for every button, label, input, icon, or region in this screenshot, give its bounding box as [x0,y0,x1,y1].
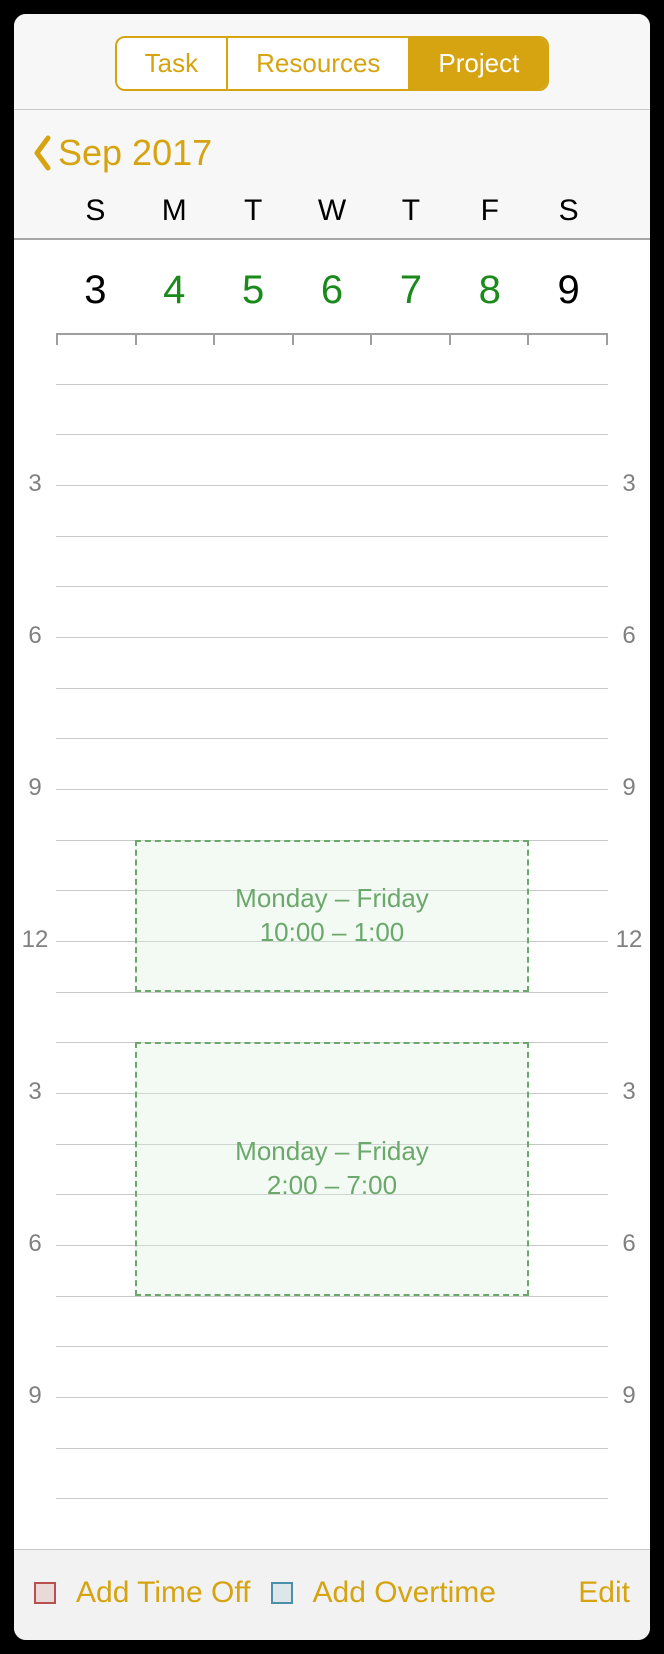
hour-label-left: 3 [14,470,56,498]
hour-line [14,333,650,334]
tab-project[interactable]: Project [410,38,547,89]
chevron-left-icon [32,135,52,171]
add-time-off-button[interactable]: Add Time Off [76,1576,251,1610]
date-cell[interactable]: 9 [529,268,608,313]
back-to-month-button[interactable]: Sep 2017 [32,132,212,174]
schedule-block-time: 2:00 – 7:00 [267,1169,397,1203]
weekday-mon: M [135,194,214,228]
hour-label-right: 12 [608,926,650,954]
hour-label-right: 9 [608,1382,650,1410]
tab-resources[interactable]: Resources [228,38,410,89]
hour-line [14,992,650,993]
schedule-block-time: 10:00 – 1:00 [260,916,405,950]
date-cell[interactable]: 6 [293,268,372,313]
hour-line [14,1448,650,1449]
hour-line: 99 [14,789,650,790]
tab-task[interactable]: Task [117,38,228,89]
date-cell[interactable]: 8 [450,268,529,313]
schedule-block[interactable]: Monday – Friday10:00 – 1:00 [135,840,529,992]
hour-label-right: 9 [608,774,650,802]
hour-line [14,1296,650,1297]
date-cell[interactable]: 5 [214,268,293,313]
hour-line [14,1346,650,1347]
app-window: Task Resources Project Sep 2017 S M T W … [14,14,650,1640]
hour-line: 33 [14,485,650,486]
edit-button[interactable]: Edit [578,1576,630,1610]
hour-line [14,738,650,739]
overtime-swatch-icon [271,1582,293,1604]
weekday-thu: T [371,194,450,228]
month-label: Sep 2017 [58,132,212,174]
hour-label-left: 6 [14,1230,56,1258]
weekday-sat: S [529,194,608,228]
hour-line [14,586,650,587]
hour-line [14,1498,650,1499]
hour-line: 99 [14,1397,650,1398]
hour-label-left: 9 [14,1382,56,1410]
date-row-area: 3 4 5 6 7 8 9 [14,240,650,333]
week-grid[interactable]: 3366991212336699Monday – Friday10:00 – 1… [14,333,650,1549]
hour-line: 66 [14,637,650,638]
hour-label-right: 6 [608,1230,650,1258]
top-toolbar: Task Resources Project [14,14,650,110]
hour-line [14,434,650,435]
hour-line [14,688,650,689]
schedule-block-title: Monday – Friday [235,882,429,916]
month-nav: Sep 2017 [14,110,650,184]
date-cell[interactable]: 7 [371,268,450,313]
schedule-block-title: Monday – Friday [235,1135,429,1169]
hour-line [14,536,650,537]
hour-label-right: 3 [608,470,650,498]
hour-label-left: 3 [14,1078,56,1106]
bottom-toolbar: Add Time Off Add Overtime Edit [14,1549,650,1640]
column-ticks [56,333,608,353]
date-cell[interactable]: 4 [135,268,214,313]
weekday-sun: S [56,194,135,228]
hour-label-right: 6 [608,622,650,650]
add-overtime-button[interactable]: Add Overtime [313,1576,496,1610]
hour-label-left: 12 [14,926,56,954]
hour-label-left: 6 [14,622,56,650]
hour-label-left: 9 [14,774,56,802]
hour-line [14,1549,650,1550]
weekday-header: S M T W T F S [14,184,650,238]
view-segmented-control: Task Resources Project [115,36,550,91]
hour-label-right: 3 [608,1078,650,1106]
weekday-tue: T [214,194,293,228]
weekday-fri: F [450,194,529,228]
hour-line [14,384,650,385]
schedule-block[interactable]: Monday – Friday2:00 – 7:00 [135,1042,529,1295]
weekday-wed: W [293,194,372,228]
date-cell[interactable]: 3 [56,268,135,313]
time-off-swatch-icon [34,1582,56,1604]
